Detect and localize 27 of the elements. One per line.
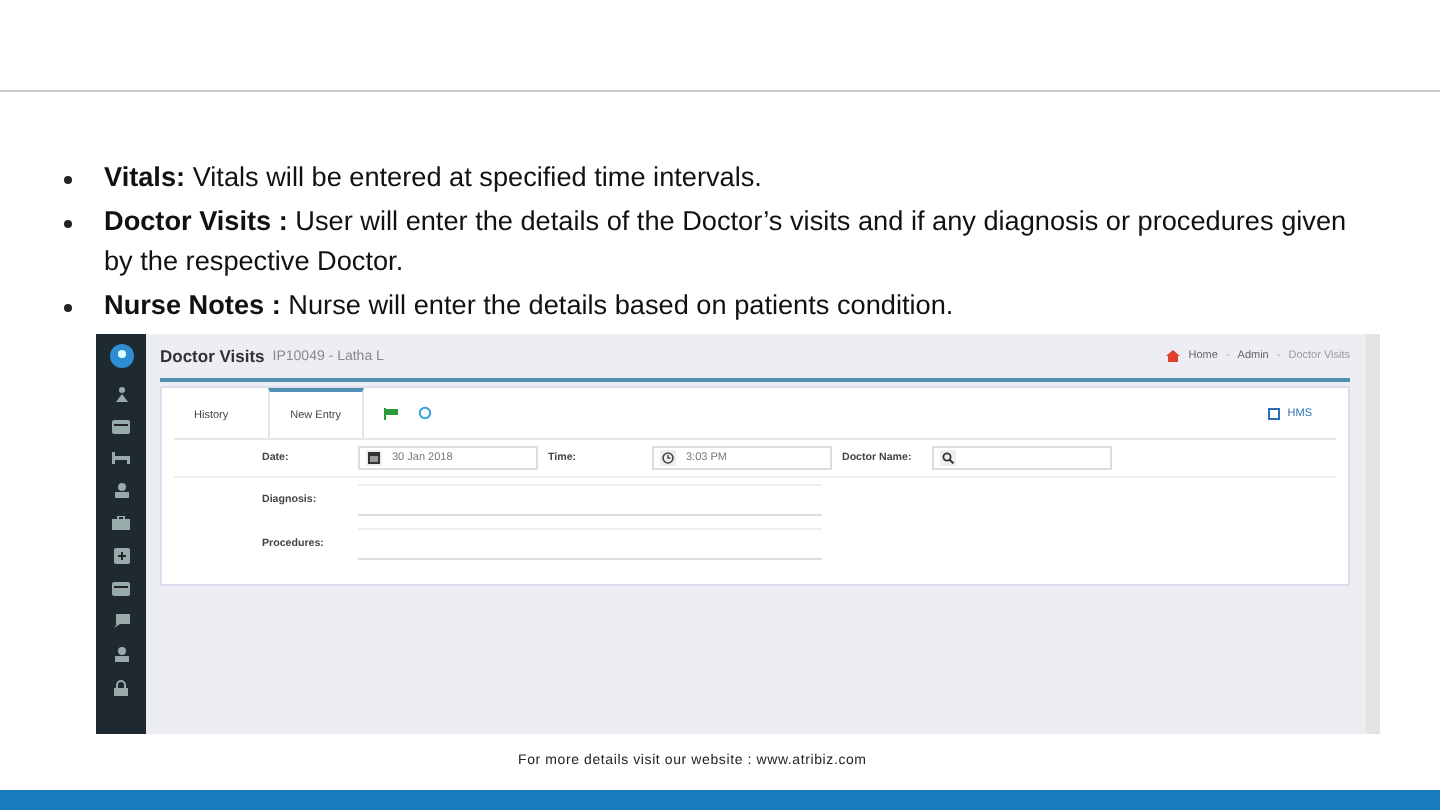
input-field[interactable]	[932, 446, 1112, 470]
search-icon	[942, 452, 954, 464]
document-icon	[1267, 407, 1280, 419]
bullet-icon	[64, 220, 72, 228]
logo-icon	[109, 344, 133, 368]
bullet-text: Vitals: Vitals will be entered at specified time intervals.	[104, 160, 764, 196]
bullet-text: Nurse Notes : Nurse will enter the details based on patients condition.	[104, 288, 956, 324]
card-icon[interactable]	[112, 420, 130, 434]
bullet-icon	[64, 304, 72, 312]
lock-icon[interactable]	[114, 680, 128, 696]
bed-icon[interactable]	[112, 452, 130, 464]
person-icon[interactable]	[113, 386, 129, 402]
home-icon	[1166, 350, 1181, 362]
card-icon[interactable]	[112, 582, 130, 596]
refresh-icon[interactable]	[417, 406, 431, 420]
chat-icon[interactable]	[113, 614, 129, 628]
bullet-text: Doctor Visits : User will enter the details of the Doctor’s visits and if any diagnosis or procedures given by the respective Doctor.	[104, 204, 1349, 280]
user-icon[interactable]	[113, 646, 129, 662]
scrollbar[interactable]	[1366, 334, 1380, 734]
calendar-icon	[368, 452, 380, 464]
page-title: Doctor Visits	[160, 346, 265, 366]
briefcase-icon[interactable]	[112, 516, 130, 530]
clock-icon	[662, 452, 674, 464]
plus-square-icon[interactable]	[113, 548, 129, 564]
bullet-icon	[64, 176, 72, 184]
flag-icon[interactable]	[383, 407, 397, 419]
user-icon[interactable]	[113, 482, 129, 498]
